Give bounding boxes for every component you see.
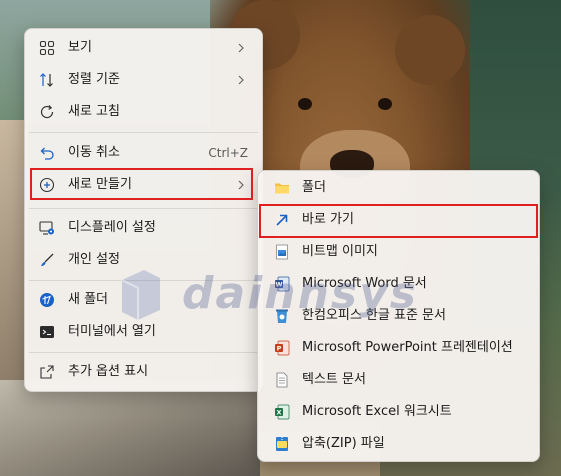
refresh-icon: [40, 105, 54, 119]
undo-icon: [40, 147, 54, 160]
submenu-item-text-document[interactable]: 텍스트 문서: [262, 365, 535, 395]
menu-item-undo-move[interactable]: 이동 취소 Ctrl+Z: [29, 138, 258, 168]
highlight-shortcut-submenu-item: [259, 204, 538, 238]
bitmap-icon: [276, 244, 288, 260]
submenu-item-folder[interactable]: 폴더: [262, 173, 535, 203]
submenu-item-excel[interactable]: X Microsoft Excel 워크시트: [262, 397, 535, 427]
wallpaper-bear-eye: [298, 98, 312, 110]
menu-item-label: 이동 취소: [68, 145, 120, 160]
menu-item-label: 개인 설정: [68, 252, 120, 267]
display-settings-icon: [39, 221, 54, 235]
menu-divider: [29, 132, 258, 133]
grid-view-icon: [39, 40, 55, 56]
folder-icon: [275, 183, 289, 194]
submenu-item-label: 비트맵 이미지: [302, 244, 378, 259]
svg-text:X: X: [276, 409, 281, 417]
menu-item-label: 보기: [68, 40, 92, 55]
new-folder-icon: [40, 293, 54, 307]
zip-icon: [276, 437, 288, 451]
sort-icon: [40, 73, 53, 87]
desktop-context-menu: 보기 정렬 기준 새로 고침 이동 취소 Ctrl+Z 새로 만들기 디스플레이…: [24, 28, 263, 392]
menu-divider: [29, 352, 258, 353]
submenu-item-label: 압축(ZIP) 파일: [302, 436, 385, 451]
wallpaper-bear-eye: [378, 98, 392, 110]
powerpoint-icon: P: [275, 340, 290, 356]
submenu-item-powerpoint[interactable]: P Microsoft PowerPoint 프레젠테이션: [262, 333, 535, 363]
menu-item-label: 새로 고침: [68, 104, 120, 119]
brush-icon: [41, 253, 54, 266]
menu-divider: [29, 208, 258, 209]
watermark-logo-icon: [121, 270, 160, 320]
menu-item-display-settings[interactable]: 디스플레이 설정: [29, 213, 258, 243]
excel-icon: X: [275, 404, 290, 420]
svg-text:P: P: [277, 345, 282, 353]
submenu-item-label: Microsoft PowerPoint 프레젠테이션: [302, 340, 513, 355]
chevron-right-icon: [238, 75, 244, 85]
menu-item-label: 추가 옵션 표시: [68, 364, 149, 379]
wallpaper-log: [0, 380, 260, 476]
submenu-item-label: 폴더: [302, 180, 326, 195]
submenu-item-label: 텍스트 문서: [302, 372, 366, 387]
menu-item-label: 새 폴더: [68, 292, 109, 307]
highlight-new-menu-item: [30, 168, 253, 200]
menu-item-view[interactable]: 보기: [29, 33, 258, 63]
menu-item-label: 터미널에서 열기: [68, 324, 156, 339]
submenu-item-label: Microsoft Excel 워크시트: [302, 404, 452, 419]
menu-item-label: 디스플레이 설정: [68, 220, 156, 235]
more-options-icon: [40, 365, 54, 379]
wallpaper-bear-ear: [395, 15, 465, 85]
menu-item-sort-by[interactable]: 정렬 기준: [29, 65, 258, 95]
submenu-item-bitmap[interactable]: 비트맵 이미지: [262, 237, 535, 267]
watermark-text: dainnsys: [182, 268, 418, 319]
menu-item-label: 정렬 기준: [68, 72, 120, 87]
text-document-icon: [276, 372, 288, 388]
terminal-icon: [40, 326, 54, 338]
submenu-item-zip[interactable]: 압축(ZIP) 파일: [262, 429, 535, 459]
menu-item-show-more-options[interactable]: 추가 옵션 표시: [29, 357, 258, 387]
shortcut-hint: Ctrl+Z: [208, 146, 248, 160]
menu-item-refresh[interactable]: 새로 고침: [29, 97, 258, 127]
chevron-right-icon: [238, 43, 244, 53]
